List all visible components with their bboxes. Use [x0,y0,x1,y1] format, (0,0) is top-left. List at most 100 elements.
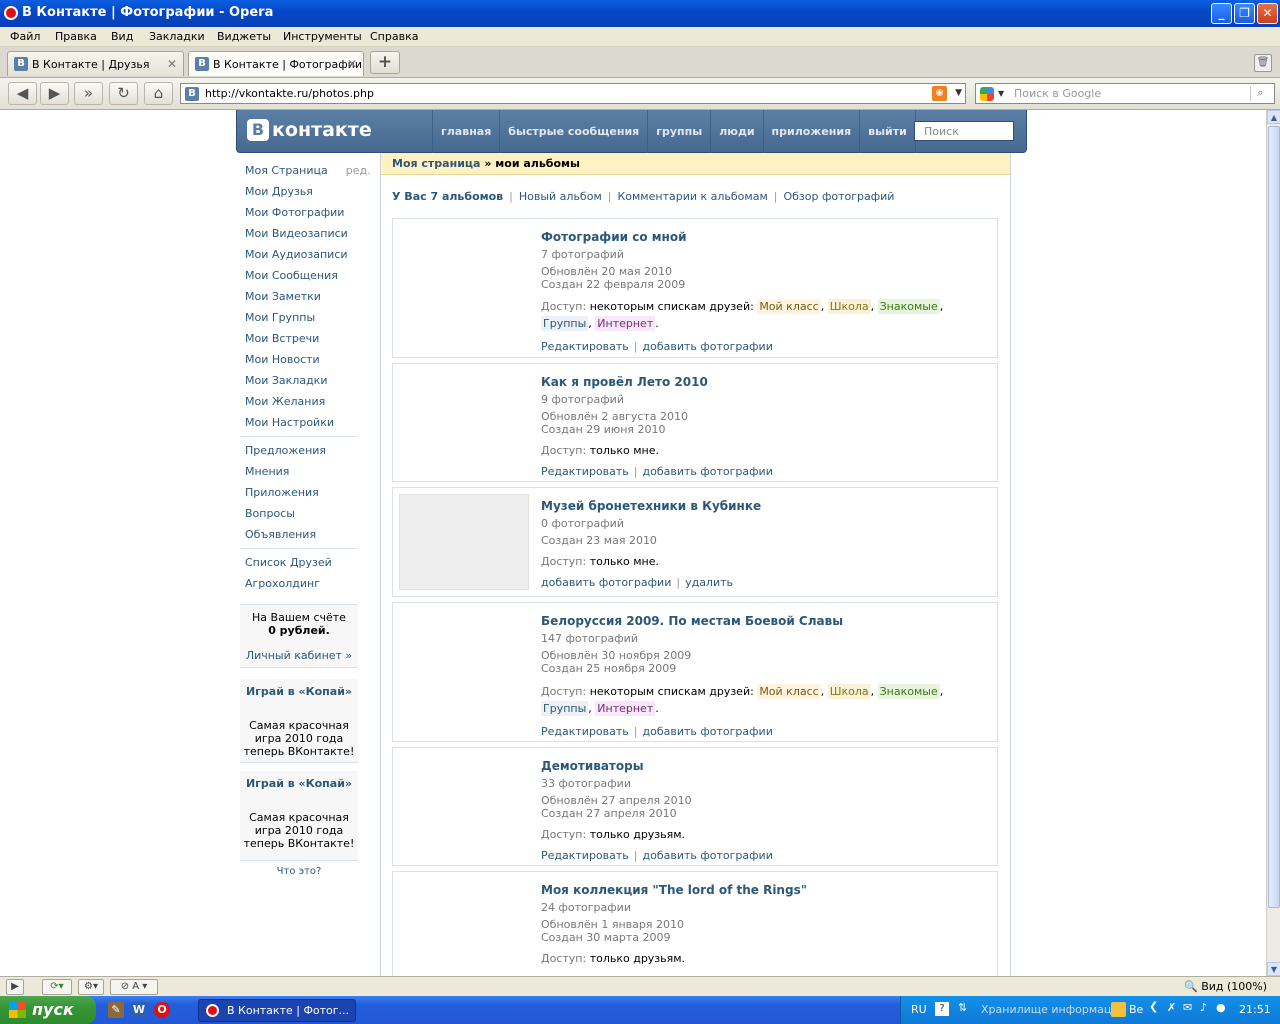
menu-widgets[interactable]: Виджеты [217,30,271,43]
friend-list-tag[interactable]: Интернет [595,316,656,331]
add-photos-link[interactable]: добавить фотографии [643,340,773,353]
forward-icon[interactable]: ▶ [40,82,69,105]
vertical-scrollbar[interactable]: ▲ ▼ [1266,110,1280,976]
scroll-thumb[interactable] [1268,126,1280,908]
sidebar-item-apps[interactable]: Приложения [245,486,319,499]
what-is-this-link[interactable]: Что это? [240,866,358,877]
album-title[interactable]: Демотиваторы [541,759,644,773]
sidebar-item-news[interactable]: Мои Новости [245,353,320,366]
album-title[interactable]: Музей бронетехники в Кубинке [541,499,761,513]
help-icon[interactable]: ? [935,1002,949,1016]
tray-chevron-icon[interactable]: ❮ [1149,1000,1158,1013]
game-ad-title[interactable]: Играй в «Копай» [240,777,358,790]
album-count-tab[interactable]: У Вас 7 альбомов [392,190,503,203]
album-title[interactable]: Моя коллекция "The lord of the Rings" [541,883,807,897]
album-title[interactable]: Фотографии со мной [541,230,687,244]
breadcrumb-root[interactable]: Моя страница [392,157,480,170]
edit-album-link[interactable]: Редактировать [541,340,629,353]
home-icon[interactable]: ⌂ [144,82,173,105]
unite-icon[interactable]: ⚙▾ [78,979,104,995]
google-icon[interactable] [980,87,994,101]
delete-album-link[interactable]: удалить [685,576,733,589]
sync-icon[interactable]: ⟳▾ [42,979,72,995]
chevron-down-icon[interactable]: ▼ [955,88,962,98]
new-tab-button[interactable]: + [370,51,400,74]
menu-view[interactable]: Вид [111,30,133,43]
nav-people[interactable]: люди [711,110,764,153]
rss-icon[interactable]: ◉ [932,86,947,101]
menu-file[interactable]: Файл [10,30,40,43]
back-icon[interactable]: ◀ [8,82,37,105]
album-title[interactable]: Белоруссия 2009. По местам Боевой Славы [541,614,843,628]
close-tab-icon[interactable]: ✕ [347,57,357,71]
sidebar-item-ads[interactable]: Объявления [245,528,316,541]
address-bar[interactable]: B http://vkontakte.ru/photos.php ◉ ▼ [180,83,966,104]
nav-logout[interactable]: выйти [860,110,916,153]
reload-icon[interactable]: ↻ [109,82,138,105]
tray-agent-icon[interactable]: ● [1216,1001,1226,1014]
album-cover-placeholder[interactable] [399,494,529,590]
friend-list-tag[interactable]: Школа [827,684,871,699]
game-ad[interactable]: Играй в «Копай» Самая красочная игра 201… [240,771,358,861]
word-icon[interactable]: W [131,1002,147,1018]
maximize-button[interactable]: ❐ [1234,3,1255,24]
nav-apps[interactable]: приложения [764,110,861,153]
photo-overview-link[interactable]: Обзор фотографий [783,190,894,203]
menu-help[interactable]: Справка [370,30,418,43]
sidebar-item-my-page[interactable]: Моя Страница ред. [245,164,371,177]
sidebar-item-questions[interactable]: Вопросы [245,507,295,520]
opera-icon[interactable]: O [154,1002,170,1018]
sidebar-item-settings[interactable]: Мои Настройки [245,416,334,429]
friend-list-tag[interactable]: Интернет [595,701,656,716]
scroll-down-icon[interactable]: ▼ [1267,962,1280,976]
fast-forward-icon[interactable]: » [74,82,103,105]
quicklaunch-icon[interactable]: ✎ [108,1002,124,1018]
sidebar-item-messages[interactable]: Мои Сообщения [245,269,338,282]
vk-logo[interactable]: Вконтакте [247,119,372,141]
scroll-up-icon[interactable]: ▲ [1267,110,1280,124]
friend-list-tag[interactable]: Группы [541,701,589,716]
nav-groups[interactable]: группы [648,110,712,153]
friend-list-tag[interactable]: Знакомые [877,299,940,314]
friend-list-tag[interactable]: Школа [827,299,871,314]
close-tab-icon[interactable]: ✕ [167,57,177,71]
menu-edit[interactable]: Правка [55,30,97,43]
menu-tools[interactable]: Инструменты [283,30,362,43]
start-button[interactable]: пуск [0,996,96,1024]
edit-link[interactable]: ред. [346,164,371,177]
game-ad[interactable]: Играй в «Копай» Самая красочная игра 201… [240,679,358,763]
sidebar-item-audio[interactable]: Мои Аудиозаписи [245,248,348,261]
tray-app-icon[interactable] [1111,1002,1126,1017]
vk-search-input[interactable]: Поиск [914,121,1014,141]
network-icon[interactable]: ⇅ [958,1001,967,1014]
edit-album-link[interactable]: Редактировать [541,725,629,738]
sidebar-item-offers[interactable]: Предложения [245,444,326,457]
language-indicator[interactable]: RU [911,1003,927,1016]
menu-bookmarks[interactable]: Закладки [149,30,205,43]
sidebar-item-photos[interactable]: Мои Фотографии [245,206,344,219]
album-comments-link[interactable]: Комментарии к альбомам [617,190,767,203]
zoom-control[interactable]: 🔍 Вид (100%) [1184,980,1267,993]
sidebar-item-agro[interactable]: Агрохолдинг [245,577,320,590]
antivirus-icon[interactable]: ✗ [1167,1001,1176,1014]
search-icon[interactable]: ⌕ [1250,86,1270,101]
taskbar-window-button[interactable]: В Контакте | Фотог... [198,999,356,1022]
minimize-button[interactable]: _ [1211,3,1232,24]
tab-friends[interactable]: B В Контакте | Друзья ✕ [7,51,184,76]
nav-home[interactable]: главная [433,110,501,153]
friend-list-tag[interactable]: Мой класс [757,299,821,314]
sidebar-item-opinions[interactable]: Мнения [245,465,289,478]
sidebar-item-friends[interactable]: Мои Друзья [245,185,313,198]
sidebar-item-friend-list[interactable]: Список Друзей [245,556,332,569]
sidebar-item-groups[interactable]: Мои Группы [245,311,315,324]
content-block-icon[interactable]: ⊘ A ▾ [110,979,158,995]
new-album-link[interactable]: Новый альбом [519,190,602,203]
nav-messages[interactable]: быстрые сообщения [500,110,649,153]
friend-list-tag[interactable]: Знакомые [877,684,940,699]
tray-volume-icon[interactable]: ♪ [1200,1001,1207,1014]
sidebar-item-bookmarks[interactable]: Мои Закладки [245,374,327,387]
album-title[interactable]: Как я провёл Лето 2010 [541,375,708,389]
tray-mail-icon[interactable]: ✉ [1183,1001,1192,1014]
add-photos-link[interactable]: добавить фотографии [643,725,773,738]
game-ad-title[interactable]: Играй в «Копай» [240,685,358,698]
